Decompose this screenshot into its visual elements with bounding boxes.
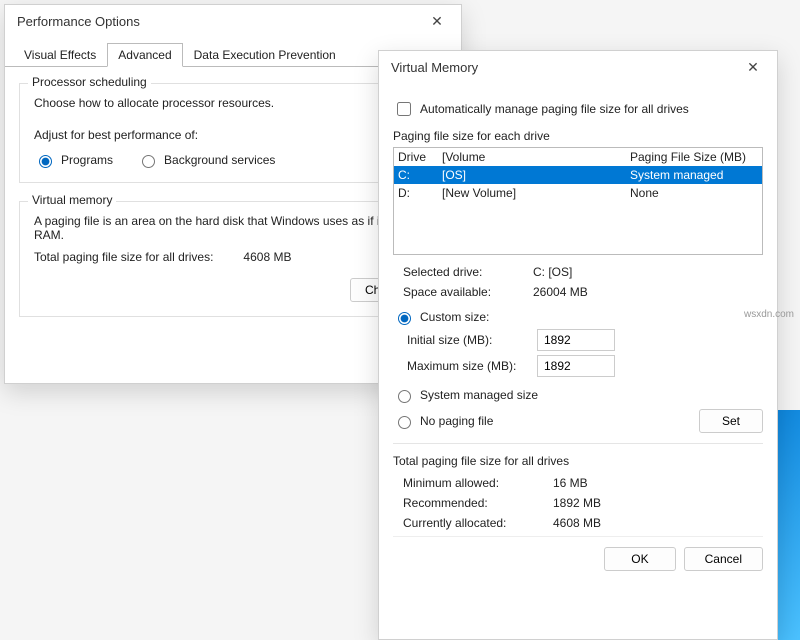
vm-total-label: Total paging file size for all drives: bbox=[34, 250, 213, 264]
hdr-volume: [Volume bbox=[442, 150, 600, 164]
radio-programs-label: Programs bbox=[61, 153, 113, 167]
drive-list-header: Drive [Volume Paging File Size (MB) bbox=[394, 148, 762, 166]
separator bbox=[393, 443, 763, 444]
tab-visual-effects[interactable]: Visual Effects bbox=[13, 43, 107, 66]
vm-desc: A paging file is an area on the hard dis… bbox=[34, 214, 432, 242]
vm-total-value: 4608 MB bbox=[243, 250, 291, 264]
max-size-input[interactable] bbox=[537, 355, 615, 377]
vm-body: Automatically manage paging file size fo… bbox=[379, 83, 777, 585]
close-icon: ✕ bbox=[747, 59, 759, 76]
drive-size: None bbox=[600, 186, 758, 200]
cur-label: Currently allocated: bbox=[403, 516, 553, 530]
perf-titlebar: Performance Options ✕ bbox=[5, 5, 461, 37]
drive-letter: C: bbox=[398, 168, 442, 182]
sched-adjust: Adjust for best performance of: bbox=[34, 128, 432, 142]
initial-size-label: Initial size (MB): bbox=[407, 333, 537, 347]
cancel-button[interactable]: Cancel bbox=[684, 547, 763, 571]
set-button[interactable]: Set bbox=[699, 409, 763, 433]
vm-title: Virtual Memory bbox=[391, 60, 478, 75]
cur-value: 4608 MB bbox=[553, 516, 763, 530]
hdr-size: Paging File Size (MB) bbox=[600, 150, 758, 164]
sched-desc: Choose how to allocate processor resourc… bbox=[34, 96, 432, 110]
close-icon: ✕ bbox=[431, 13, 443, 30]
radio-custom-label: Custom size: bbox=[420, 310, 489, 324]
radio-system-managed[interactable]: System managed size bbox=[393, 387, 763, 403]
space-value: 26004 MB bbox=[533, 285, 763, 299]
radio-no-paging[interactable]: No paging file bbox=[393, 413, 493, 429]
tab-advanced[interactable]: Advanced bbox=[107, 43, 182, 67]
radio-programs[interactable]: Programs bbox=[34, 152, 113, 168]
radio-programs-input[interactable] bbox=[39, 155, 52, 168]
radio-nofile-input[interactable] bbox=[398, 416, 411, 429]
radio-background-input[interactable] bbox=[142, 155, 155, 168]
min-value: 16 MB bbox=[553, 476, 763, 490]
vm-legend: Virtual memory bbox=[28, 193, 116, 207]
perf-title: Performance Options bbox=[17, 14, 140, 29]
ok-button[interactable]: OK bbox=[604, 547, 675, 571]
drive-volume: [New Volume] bbox=[442, 186, 600, 200]
min-label: Minimum allowed: bbox=[403, 476, 553, 490]
radio-custom-input[interactable] bbox=[398, 312, 411, 325]
radio-custom-size[interactable]: Custom size: bbox=[393, 309, 763, 325]
totals-label: Total paging file size for all drives bbox=[393, 454, 763, 468]
drive-row-c[interactable]: C: [OS] System managed bbox=[394, 166, 762, 184]
sched-legend: Processor scheduling bbox=[28, 75, 151, 89]
space-label: Space available: bbox=[403, 285, 533, 299]
drive-volume: [OS] bbox=[442, 168, 600, 182]
initial-size-input[interactable] bbox=[537, 329, 615, 351]
list-label: Paging file size for each drive bbox=[393, 129, 763, 143]
radio-nofile-label: No paging file bbox=[420, 414, 493, 428]
radio-sysman-input[interactable] bbox=[398, 390, 411, 403]
vm-titlebar: Virtual Memory ✕ bbox=[379, 51, 777, 83]
drive-list[interactable]: Drive [Volume Paging File Size (MB) C: [… bbox=[393, 147, 763, 255]
virtual-memory-dialog: Virtual Memory ✕ Automatically manage pa… bbox=[378, 50, 778, 640]
rec-label: Recommended: bbox=[403, 496, 553, 510]
rec-value: 1892 MB bbox=[553, 496, 763, 510]
tab-dep[interactable]: Data Execution Prevention bbox=[183, 43, 347, 66]
drive-letter: D: bbox=[398, 186, 442, 200]
perf-close-button[interactable]: ✕ bbox=[421, 7, 453, 35]
max-size-label: Maximum size (MB): bbox=[407, 359, 537, 373]
drive-size: System managed bbox=[600, 168, 758, 182]
watermark: wsxdn.com bbox=[744, 309, 794, 320]
selected-drive-value: C: [OS] bbox=[533, 265, 763, 279]
radio-sysman-label: System managed size bbox=[420, 388, 538, 402]
vm-close-button[interactable]: ✕ bbox=[737, 53, 769, 81]
selected-drive-label: Selected drive: bbox=[403, 265, 533, 279]
auto-manage-input[interactable] bbox=[397, 102, 411, 116]
radio-background-label: Background services bbox=[164, 153, 275, 167]
auto-manage-checkbox[interactable]: Automatically manage paging file size fo… bbox=[393, 99, 763, 119]
auto-manage-label: Automatically manage paging file size fo… bbox=[420, 102, 689, 116]
drive-row-d[interactable]: D: [New Volume] None bbox=[394, 184, 762, 202]
radio-background[interactable]: Background services bbox=[137, 152, 275, 168]
hdr-drive: Drive bbox=[398, 150, 442, 164]
